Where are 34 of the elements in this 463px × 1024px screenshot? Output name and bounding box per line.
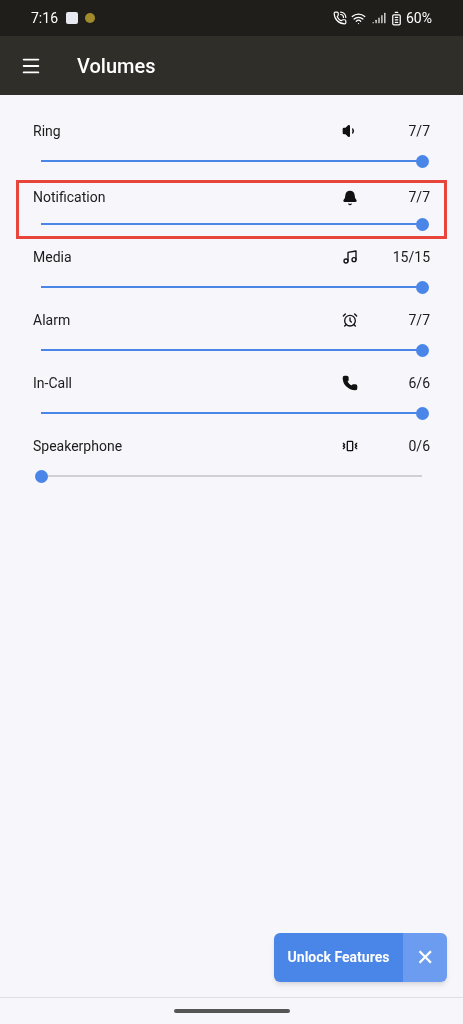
close-button[interactable]: ✕ <box>403 933 447 982</box>
wifi-icon <box>351 10 366 26</box>
volume-reading: 0/6 <box>407 436 430 456</box>
slider-thumb[interactable] <box>416 217 429 231</box>
app-title: Volumes <box>77 52 156 80</box>
volume-label: Alarm <box>33 310 72 330</box>
unlock-features-button[interactable]: Unlock Features <box>274 933 403 982</box>
alarm-clock-icon <box>342 312 358 328</box>
app-icon <box>85 13 95 23</box>
slider-thumb[interactable] <box>35 469 48 483</box>
volume-label: In-Call <box>33 373 73 393</box>
signal-icon <box>372 11 386 25</box>
volume-reading: 6/6 <box>407 373 430 393</box>
battery-icon <box>389 10 404 26</box>
home-handle[interactable] <box>173 1009 290 1013</box>
slider-thumb[interactable] <box>416 343 429 357</box>
volume-label: Speakerphone <box>33 436 124 456</box>
slider-thumb[interactable] <box>416 406 429 420</box>
music-note-icon <box>342 249 358 265</box>
vibrating-phone-icon <box>342 438 358 454</box>
volume-label: Ring <box>33 121 62 141</box>
bell-icon <box>342 189 358 206</box>
slider-thumb[interactable] <box>416 154 429 168</box>
volume-reading: 7/7 <box>407 188 430 207</box>
volume-reading: 7/7 <box>407 121 430 141</box>
slider-thumb[interactable] <box>416 280 429 294</box>
volume-label: Media <box>33 247 73 267</box>
status-time: 7:16 <box>31 8 58 28</box>
volume-reading: 15/15 <box>391 247 430 267</box>
volume-label: Notification <box>33 188 107 207</box>
phone-icon <box>342 375 358 391</box>
app-icon <box>66 12 78 24</box>
battery-percent: 60% <box>406 8 432 28</box>
volume-reading: 7/7 <box>407 310 430 330</box>
